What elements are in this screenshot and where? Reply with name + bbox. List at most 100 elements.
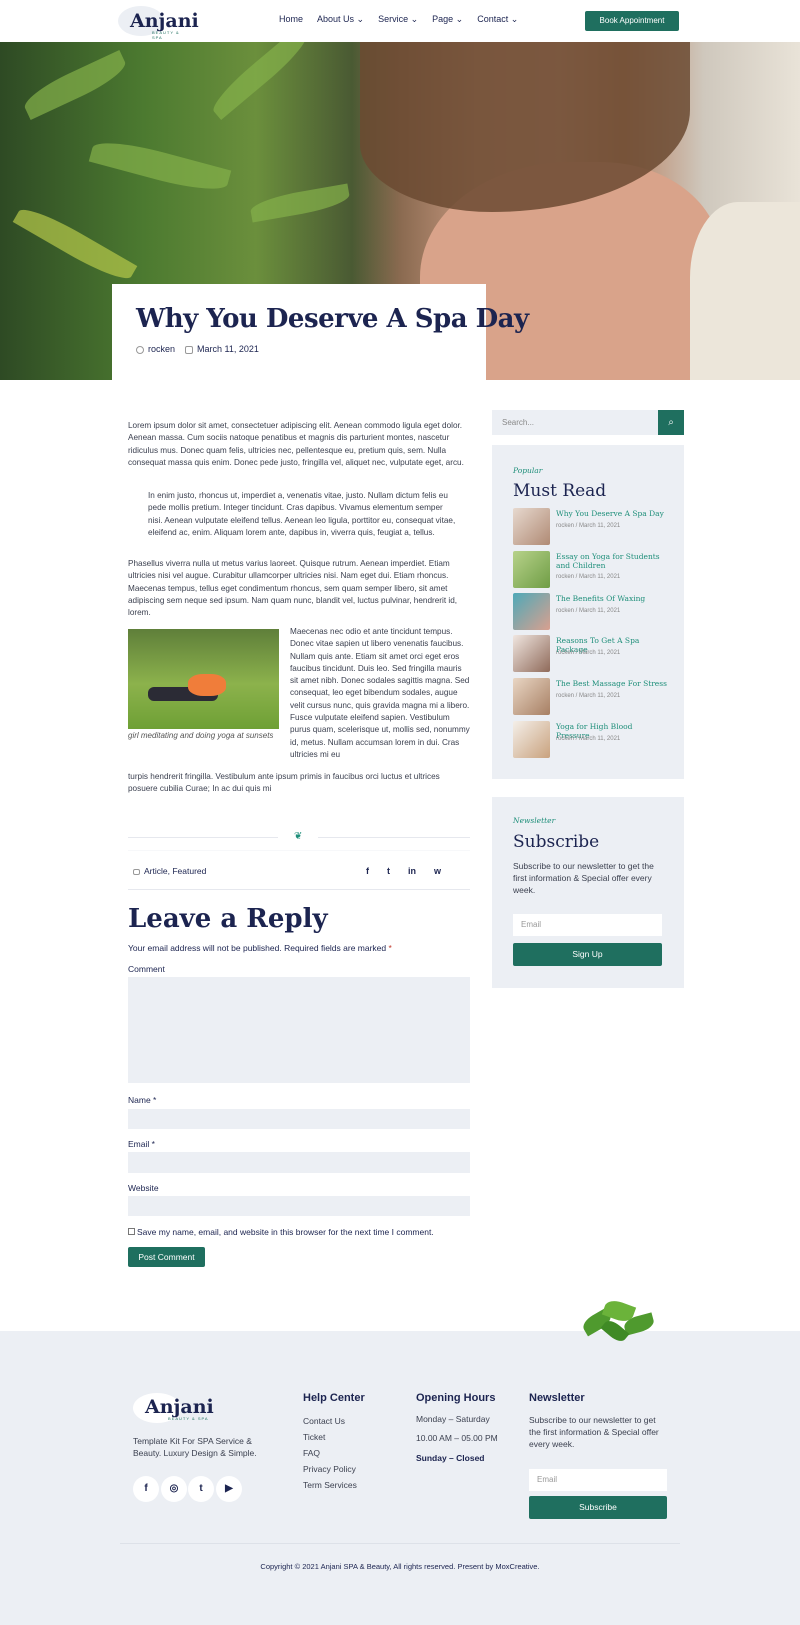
- author[interactable]: rocken: [136, 344, 175, 354]
- thumbnail: [513, 508, 550, 545]
- reply-note: Your email address will not be published…: [128, 943, 392, 953]
- newsletter-title: Subscribe: [513, 832, 600, 852]
- nav-contact[interactable]: Contact ⌄: [477, 14, 518, 25]
- item-title[interactable]: The Best Massage For Stress: [556, 679, 668, 688]
- item-meta: rocken / March 11, 2021: [556, 650, 621, 656]
- facebook-icon[interactable]: f: [366, 866, 369, 876]
- must-read-item[interactable]: The Benefits Of Waxing rocken / March 11…: [513, 593, 673, 631]
- name-field[interactable]: [128, 1109, 470, 1129]
- hours-time: 10.00 AM – 05.00 PM: [416, 1433, 498, 1443]
- paragraph-3-side: Maecenas nec odio et ante tincidunt temp…: [290, 627, 470, 759]
- leaf-shape: [19, 49, 131, 121]
- site-header: Anjani BEAUTY & SPA Home About Us ⌄ Serv…: [0, 0, 800, 42]
- divider: [128, 850, 470, 851]
- footer-divider: [120, 1543, 680, 1544]
- post-date-text[interactable]: March 11, 2021: [197, 344, 259, 354]
- must-read-item[interactable]: The Best Massage For Stress rocken / Mar…: [513, 678, 673, 716]
- yoga-image: [128, 629, 279, 729]
- must-read-item[interactable]: Reasons To Get A Spa Package rocken / Ma…: [513, 635, 673, 673]
- leaf-shape: [12, 201, 138, 287]
- item-meta: rocken / March 11, 2021: [556, 523, 621, 529]
- linkedin-icon[interactable]: in: [408, 866, 416, 876]
- post-title: Why You Deserve A Spa Day: [136, 304, 529, 334]
- post-date[interactable]: March 11, 2021: [185, 344, 259, 354]
- thumbnail: [513, 593, 550, 630]
- thumbnail: [513, 551, 550, 588]
- author-name[interactable]: rocken: [148, 344, 175, 354]
- newsletter-email-input[interactable]: Email: [513, 914, 662, 936]
- item-title[interactable]: The Benefits Of Waxing: [556, 594, 668, 603]
- logo[interactable]: Anjani BEAUTY & SPA: [118, 6, 199, 40]
- item-meta: rocken / March 11, 2021: [556, 608, 621, 614]
- plant-decoration: [572, 1296, 662, 1346]
- footer-link-contact[interactable]: Contact Us: [303, 1416, 345, 1426]
- nav-page[interactable]: Page ⌄: [432, 14, 463, 25]
- hours-closed: Sunday – Closed: [416, 1453, 485, 1463]
- website-field[interactable]: [128, 1196, 470, 1216]
- save-info-label: Save my name, email, and website in this…: [137, 1227, 434, 1237]
- search-input[interactable]: Search...: [492, 410, 658, 435]
- nav-service[interactable]: Service ⌄: [378, 14, 418, 25]
- newsletter-text: Subscribe to our newsletter to get the f…: [513, 861, 654, 895]
- comment-label: Comment: [128, 964, 165, 974]
- name-label: Name *: [128, 1095, 157, 1105]
- whatsapp-icon[interactable]: w: [434, 866, 441, 876]
- book-appointment-button[interactable]: Book Appointment: [585, 11, 679, 31]
- figure-shape: [188, 674, 226, 696]
- search-icon[interactable]: ⌕: [658, 410, 684, 435]
- email-label: Email *: [128, 1139, 155, 1149]
- blockquote: In enim justo, rhoncus ut, imperdiet a, …: [148, 491, 456, 537]
- thumbnail: [513, 721, 550, 758]
- leaf-divider-icon: ❦: [294, 831, 303, 842]
- share-buttons: f t in w: [366, 866, 441, 876]
- facebook-icon[interactable]: f: [133, 1476, 159, 1502]
- website-label: Website: [128, 1183, 159, 1193]
- item-meta: rocken / March 11, 2021: [556, 736, 621, 742]
- tags-text[interactable]: Article, Featured: [144, 866, 206, 876]
- save-info-checkbox[interactable]: [128, 1228, 135, 1235]
- footer: [0, 1331, 800, 1625]
- footer-newsletter-title: Newsletter: [529, 1392, 585, 1404]
- divider: [128, 889, 470, 890]
- footer-link-faq[interactable]: FAQ: [303, 1448, 320, 1458]
- comment-field[interactable]: [128, 977, 470, 1083]
- paragraph-2: Phasellus viverra nulla ut metus varius …: [128, 559, 458, 618]
- twitter-icon[interactable]: t: [387, 866, 390, 876]
- email-field[interactable]: [128, 1152, 470, 1173]
- footer-logo-subtext: BEAUTY & SPA: [168, 1416, 209, 1421]
- folder-icon: [133, 868, 140, 875]
- item-title[interactable]: Why You Deserve A Spa Day: [556, 509, 668, 518]
- divider: [318, 837, 470, 838]
- hours-days: Monday – Saturday: [416, 1414, 490, 1424]
- footer-newsletter-text: Subscribe to our newsletter to get the f…: [529, 1415, 659, 1449]
- divider: [128, 837, 278, 838]
- required-mark: *: [388, 943, 392, 953]
- popular-title: Must Read: [513, 481, 607, 501]
- subscribe-button[interactable]: Subscribe: [529, 1496, 667, 1519]
- must-read-item[interactable]: Yoga for High Blood Pressure rocken / Ma…: [513, 721, 673, 759]
- newsletter-kicker: Newsletter: [513, 816, 556, 825]
- item-title[interactable]: Essay on Yoga for Students and Children: [556, 552, 668, 570]
- image-caption: girl meditating and doing yoga at sunset…: [128, 731, 274, 740]
- must-read-item[interactable]: Essay on Yoga for Students and Children …: [513, 551, 673, 589]
- footer-link-ticket[interactable]: Ticket: [303, 1432, 325, 1442]
- nav-about[interactable]: About Us ⌄: [317, 14, 364, 25]
- footer-link-privacy[interactable]: Privacy Policy: [303, 1464, 356, 1474]
- paragraph-3-full: turpis hendrerit fringilla. Vestibulum a…: [128, 772, 440, 794]
- youtube-icon[interactable]: ▶: [216, 1476, 242, 1502]
- post-tags: Article, Featured: [133, 866, 206, 876]
- twitter-icon[interactable]: t: [188, 1476, 214, 1502]
- item-meta: rocken / March 11, 2021: [556, 693, 621, 699]
- post-meta: rocken March 11, 2021: [136, 344, 259, 354]
- must-read-item[interactable]: Why You Deserve A Spa Day rocken / March…: [513, 508, 673, 546]
- leaf-shape: [88, 134, 232, 198]
- nav-home[interactable]: Home: [279, 14, 303, 25]
- sign-up-button[interactable]: Sign Up: [513, 943, 662, 966]
- instagram-icon[interactable]: ◎: [161, 1476, 187, 1502]
- footer-logo[interactable]: Anjani: [145, 1396, 214, 1418]
- post-comment-button[interactable]: Post Comment: [128, 1247, 205, 1267]
- footer-email-input[interactable]: Email: [529, 1469, 667, 1491]
- logo-subtext: BEAUTY & SPA: [152, 30, 180, 40]
- main-nav: Home About Us ⌄ Service ⌄ Page ⌄ Contact…: [279, 14, 518, 25]
- footer-link-terms[interactable]: Term Services: [303, 1480, 357, 1490]
